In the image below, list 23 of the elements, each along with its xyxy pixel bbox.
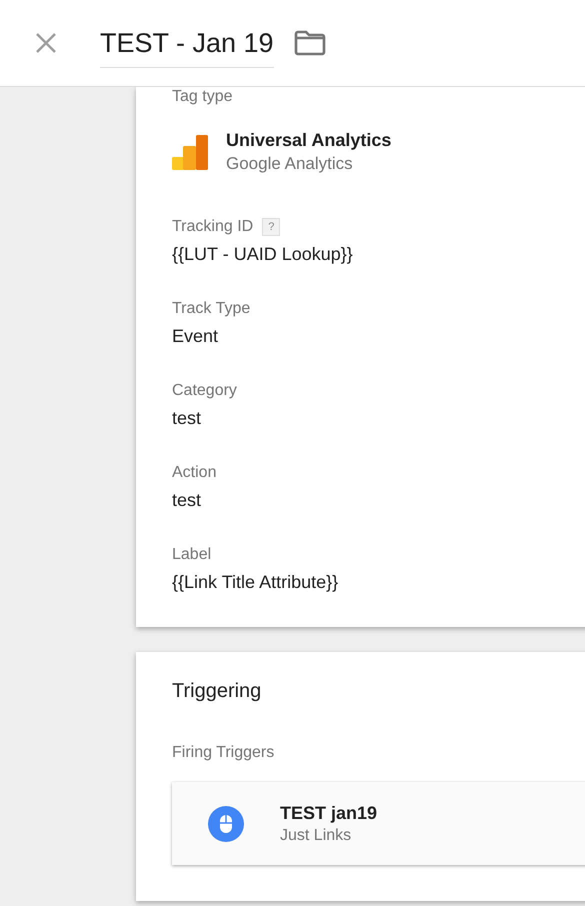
field-label: Action — [172, 464, 216, 482]
field-value: {{Link Title Attribute}} — [172, 572, 340, 593]
field-value: test — [172, 490, 202, 511]
field-value: {{LUT - UAID Lookup}} — [172, 244, 354, 265]
tag-type-name: Universal Analytics — [226, 130, 392, 151]
field-label: Tracking ID — [172, 218, 254, 236]
field-label: Label — [172, 546, 212, 564]
field-label: Category — [172, 382, 237, 400]
bar-chart-logo-icon — [172, 134, 208, 170]
field-label: Tag type — [172, 88, 234, 106]
section-title: Triggering — [172, 680, 262, 703]
folder-icon[interactable] — [294, 30, 326, 56]
close-icon[interactable] — [35, 32, 57, 54]
field-label: Track Type — [172, 300, 250, 318]
trigger-item[interactable]: TEST jan19 Just Links — [172, 782, 585, 865]
field-value: Event — [172, 326, 220, 347]
trigger-type: Just Links — [280, 826, 352, 844]
field-label: Firing Triggers — [172, 744, 276, 762]
tag-name-field[interactable]: TEST - Jan 19 — [100, 24, 274, 68]
tag-type-vendor: Google Analytics — [226, 154, 354, 174]
field-value: test — [172, 408, 202, 429]
trigger-name: TEST jan19 — [280, 802, 378, 824]
mouse-icon — [208, 806, 244, 842]
